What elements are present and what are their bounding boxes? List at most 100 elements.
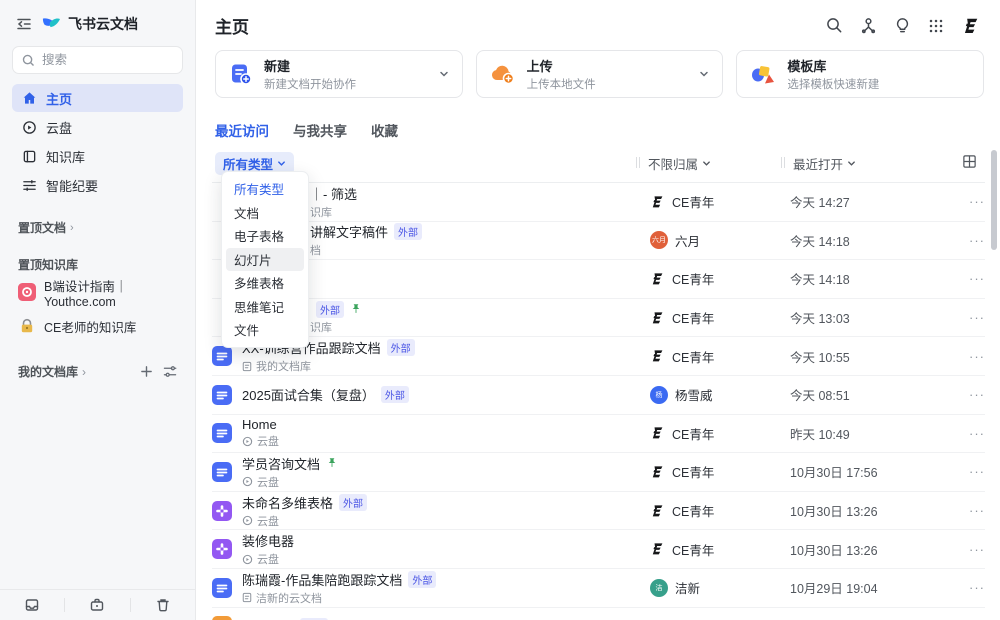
sidebar-item-drive[interactable]: 云盘	[12, 113, 183, 141]
last-opened-time: 今天 14:27	[790, 192, 957, 211]
table-row[interactable]: 学员咨询文档云盘CE青年10月30日 17:56···	[212, 453, 985, 492]
chevron-down-icon	[277, 159, 286, 168]
sidebar-pinned-item[interactable]: CE老师的知识库	[12, 311, 183, 341]
dropdown-item[interactable]: 幻灯片	[226, 248, 304, 272]
table-row[interactable]: 面试真题外部CE青年10月29日 17:16···	[212, 608, 985, 620]
table-row[interactable]: 2025面试合集（复盘）外部杨杨雪威今天 08:51···	[212, 376, 985, 415]
file-title-line: 外部	[310, 301, 650, 318]
dropdown-item[interactable]: 电子表格	[226, 224, 304, 248]
table-row[interactable]: ｜- 筛选识库CE青年今天 14:27···	[212, 183, 985, 222]
row-more-button[interactable]: ···	[957, 387, 985, 402]
owner-avatar	[650, 542, 665, 556]
library-list-settings-icon[interactable]	[163, 365, 177, 378]
file-title: 装修电器	[242, 531, 294, 550]
table-row[interactable]: 讲解文字稿件外部档六月六月今天 14:18···	[212, 222, 985, 261]
table-row[interactable]: Home云盘CE青年昨天 10:49···	[212, 415, 985, 454]
owner-avatar: 杨	[650, 386, 668, 404]
search-input[interactable]	[42, 53, 162, 67]
lightbulb-icon[interactable]	[894, 17, 911, 34]
sidebar-pinned-item[interactable]: B端设计指南｜Youthce.com	[12, 277, 183, 307]
last-opened-time: 10月30日 17:56	[790, 462, 957, 481]
card-upload[interactable]: 上传上传本地文件	[476, 50, 724, 98]
collapse-sidebar-icon[interactable]	[16, 16, 32, 32]
table-row[interactable]: 未命名多维表格外部云盘CE青年10月30日 13:26···	[212, 492, 985, 531]
row-more-button[interactable]: ···	[957, 464, 985, 479]
tab-最近访问[interactable]: 最近访问	[215, 120, 269, 140]
file-title: Home	[242, 417, 277, 432]
row-more-button[interactable]: ···	[957, 349, 985, 364]
offline-files-button[interactable]	[0, 597, 64, 613]
chevron-down-icon[interactable]	[439, 67, 449, 82]
owner-filter-button[interactable]: 不限归属	[648, 154, 711, 173]
table-row[interactable]: 外部识库CE青年今天 13:03···	[212, 299, 985, 338]
owner-cell: 杨杨雪威	[650, 385, 790, 404]
row-more-button[interactable]: ···	[957, 426, 985, 441]
dropdown-item[interactable]: 所有类型	[226, 177, 304, 201]
row-more-button[interactable]: ···	[957, 542, 985, 557]
tab-与我共享[interactable]: 与我共享	[293, 120, 347, 140]
app-grid-icon[interactable]	[928, 18, 944, 34]
file-location-label: 识库	[310, 319, 332, 335]
feishu-logo-icon	[41, 15, 61, 33]
type-filter-dropdown: 所有类型文档电子表格幻灯片多维表格思维笔记文件	[221, 171, 309, 348]
share-invite-icon[interactable]	[860, 17, 877, 34]
dropdown-item[interactable]: 文件	[226, 318, 304, 342]
sheet-icon	[212, 616, 232, 620]
dropdown-item[interactable]: 多维表格	[226, 271, 304, 295]
owner-name: 六月	[675, 231, 700, 250]
sidebar-item-label: 云盘	[46, 118, 72, 137]
pinned-item-label: CE老师的知识库	[44, 317, 136, 336]
tab-收藏[interactable]: 收藏	[371, 120, 398, 140]
drive-icon	[21, 119, 37, 135]
file-title-line: 2025面试合集（复盘）外部	[242, 385, 650, 404]
pin-icon	[326, 457, 338, 469]
table-row[interactable]: XX-训练营作品跟踪文档外部我的文档库CE青年今天 10:55···	[212, 337, 985, 376]
sidebar-item-minutes[interactable]: 智能纪要	[12, 171, 183, 199]
search-icon[interactable]	[826, 17, 843, 34]
sidebar-search[interactable]	[12, 46, 183, 74]
card-title: 新建	[264, 56, 356, 75]
row-more-button[interactable]: ···	[957, 271, 985, 286]
row-more-button[interactable]: ···	[957, 580, 985, 595]
last-opened-time: 10月30日 13:26	[790, 540, 957, 559]
row-more-button[interactable]: ···	[957, 194, 985, 209]
file-location: 识库	[310, 204, 650, 220]
sidebar-item-home[interactable]: 主页	[12, 84, 183, 112]
chevron-down-icon[interactable]	[699, 67, 709, 82]
table-row[interactable]: 陈瑞霞-作品集陪跑跟踪文档外部洁新的云文档洁洁新10月29日 19:04···	[212, 569, 985, 608]
app-logo: 飞书云文档	[41, 14, 138, 34]
search-icon	[22, 54, 35, 67]
grid-view-toggle-icon[interactable]	[962, 154, 977, 172]
card-templates[interactable]: 模板库选择模板快速新建	[736, 50, 984, 98]
sidebar-item-wiki[interactable]: 知识库	[12, 142, 183, 170]
pinned-docs-section[interactable]: 置顶文档 ›	[12, 219, 183, 236]
pinned-items-list: B端设计指南｜Youthce.com CE老师的知识库	[12, 277, 183, 341]
row-more-button[interactable]: ···	[957, 233, 985, 248]
dropdown-item[interactable]: 思维笔记	[226, 295, 304, 319]
row-more-button[interactable]: ···	[957, 503, 985, 518]
vertical-scrollbar[interactable]	[991, 150, 997, 250]
sort-filter-label: 最近打开	[793, 154, 843, 173]
doc-icon	[212, 578, 232, 598]
card-text: 上传上传本地文件	[527, 56, 596, 92]
table-row[interactable]: CE青年今天 14:18···	[212, 260, 985, 299]
card-new[interactable]: 新建新建文档开始协作	[215, 50, 463, 98]
trash-icon	[155, 597, 171, 613]
file-location-label: 档	[310, 242, 321, 258]
file-title-line: 未命名多维表格外部	[242, 493, 650, 512]
minutes-icon	[21, 177, 37, 193]
workbench-button[interactable]	[65, 597, 129, 613]
row-more-button[interactable]: ···	[957, 310, 985, 325]
user-avatar[interactable]	[961, 17, 981, 35]
file-title-line: ｜- 筛选	[310, 184, 650, 203]
dropdown-item[interactable]: 文档	[226, 201, 304, 225]
drive-small-icon	[242, 554, 253, 565]
file-info: 学员咨询文档云盘	[242, 454, 650, 490]
owner-avatar	[650, 311, 665, 325]
guide-icon	[18, 283, 36, 301]
table-row[interactable]: 装修电器云盘CE青年10月30日 13:26···	[212, 530, 985, 569]
sort-filter-button[interactable]: 最近打开	[793, 154, 856, 173]
my-library-section[interactable]: 我的文档库 ›	[12, 363, 183, 380]
trash-button[interactable]	[131, 597, 195, 613]
add-library-button[interactable]	[140, 365, 153, 378]
